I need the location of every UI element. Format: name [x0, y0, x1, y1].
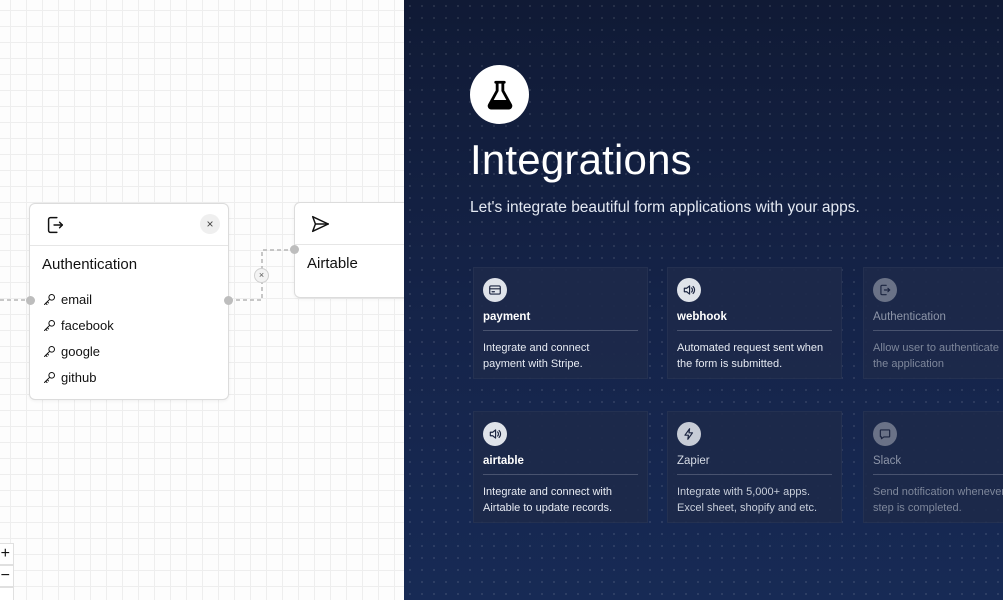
- card-icon-wrap: [483, 278, 507, 302]
- node-close-button[interactable]: ×: [200, 214, 220, 234]
- airtable-node[interactable]: Airtable: [294, 202, 404, 298]
- card-icon-wrap: [677, 278, 701, 302]
- provider-item[interactable]: github: [42, 364, 114, 390]
- card-divider: [677, 330, 832, 331]
- provider-label: google: [61, 344, 100, 359]
- card-desc-line: Integrate and connect with: [483, 484, 648, 500]
- integration-card-webhook[interactable]: webhook Automated request sent when the …: [667, 267, 842, 379]
- card-name: Zapier: [677, 455, 710, 467]
- key-icon: [42, 344, 57, 359]
- lightning-icon: [682, 427, 696, 441]
- card-desc-line: Automated request sent when: [677, 340, 842, 356]
- card-name: Slack: [873, 455, 901, 467]
- speaker-icon: [488, 427, 502, 441]
- integration-card-payment[interactable]: payment Integrate and connect payment wi…: [473, 267, 648, 379]
- card-description: Integrate and connect payment with Strip…: [483, 340, 648, 372]
- card-description: Integrate with 5,000+ apps. Excel sheet,…: [677, 484, 842, 516]
- card-name: airtable: [483, 455, 524, 467]
- integrations-panel: Integrations Let's integrate beautiful f…: [404, 0, 1003, 600]
- card-divider: [677, 474, 832, 475]
- provider-list: email facebook google github: [42, 286, 114, 390]
- integration-card-slack[interactable]: Slack Send notification whenever step is…: [863, 411, 1003, 523]
- card-description: Allow user to authenticate the applicati…: [873, 340, 1003, 372]
- beaker-icon: [483, 78, 517, 112]
- provider-item[interactable]: facebook: [42, 312, 114, 338]
- card-desc-line: Excel sheet, shopify and etc.: [677, 500, 842, 516]
- edge-remove-button[interactable]: ×: [254, 268, 269, 283]
- card-desc-line: step is completed.: [873, 500, 1003, 516]
- card-icon-wrap: [873, 278, 897, 302]
- speaker-icon: [682, 283, 696, 297]
- logo: [470, 65, 529, 124]
- node-input-handle[interactable]: [290, 245, 299, 254]
- card-divider: [873, 474, 1003, 475]
- card-name: webhook: [677, 311, 727, 323]
- provider-label: email: [61, 292, 92, 307]
- card-desc-line: Integrate with 5,000+ apps.: [677, 484, 842, 500]
- zoom-in-button[interactable]: +: [0, 543, 14, 565]
- page-subtitle: Let's integrate beautiful form applicati…: [470, 199, 860, 217]
- zoom-out-button[interactable]: −: [0, 565, 14, 587]
- provider-label: facebook: [61, 318, 114, 333]
- page-title: Integrations: [470, 136, 692, 184]
- card-desc-line: Send notification whenever: [873, 484, 1003, 500]
- card-desc-line: Airtable to update records.: [483, 500, 648, 516]
- provider-item[interactable]: google: [42, 338, 114, 364]
- authentication-node[interactable]: × Authentication email facebook google g…: [29, 203, 229, 400]
- card-divider: [873, 330, 1003, 331]
- card-icon-wrap: [873, 422, 897, 446]
- card-desc-line: the form is submitted.: [677, 356, 842, 372]
- card-description: Automated request sent when the form is …: [677, 340, 842, 372]
- card-desc-line: Integrate and connect: [483, 340, 648, 356]
- card-desc-line: the application: [873, 356, 1003, 372]
- fit-view-button[interactable]: [0, 587, 14, 600]
- card-name: payment: [483, 311, 530, 323]
- credit-card-icon: [488, 283, 502, 297]
- card-divider: [483, 474, 638, 475]
- integration-card-airtable[interactable]: airtable Integrate and connect with Airt…: [473, 411, 648, 523]
- card-description: Send notification whenever step is compl…: [873, 484, 1003, 516]
- card-divider: [483, 330, 638, 331]
- provider-label: github: [61, 370, 96, 385]
- node-title: Authentication: [42, 256, 137, 273]
- flow-canvas[interactable]: × Authentication email facebook google g…: [0, 0, 404, 600]
- card-icon-wrap: [677, 422, 701, 446]
- card-icon-wrap: [483, 422, 507, 446]
- zoom-controls: + −: [0, 543, 14, 600]
- key-icon: [42, 370, 57, 385]
- integration-card-zapier[interactable]: Zapier Integrate with 5,000+ apps. Excel…: [667, 411, 842, 523]
- card-desc-line: Allow user to authenticate: [873, 340, 1003, 356]
- key-icon: [42, 318, 57, 333]
- logout-icon: [44, 214, 66, 236]
- logout-icon: [878, 283, 892, 297]
- integration-card-authentication[interactable]: Authentication Allow user to authenticat…: [863, 267, 1003, 379]
- card-desc-line: payment with Stripe.: [483, 356, 648, 372]
- node-title: Airtable: [307, 255, 358, 272]
- key-icon: [42, 292, 57, 307]
- chat-bubble-icon: [878, 427, 892, 441]
- provider-item[interactable]: email: [42, 286, 114, 312]
- card-name: Authentication: [873, 311, 946, 323]
- send-icon: [309, 213, 331, 235]
- node-header: [295, 203, 404, 245]
- node-input-handle[interactable]: [26, 296, 35, 305]
- node-output-handle[interactable]: [224, 296, 233, 305]
- node-header: ×: [30, 204, 228, 246]
- card-description: Integrate and connect with Airtable to u…: [483, 484, 648, 516]
